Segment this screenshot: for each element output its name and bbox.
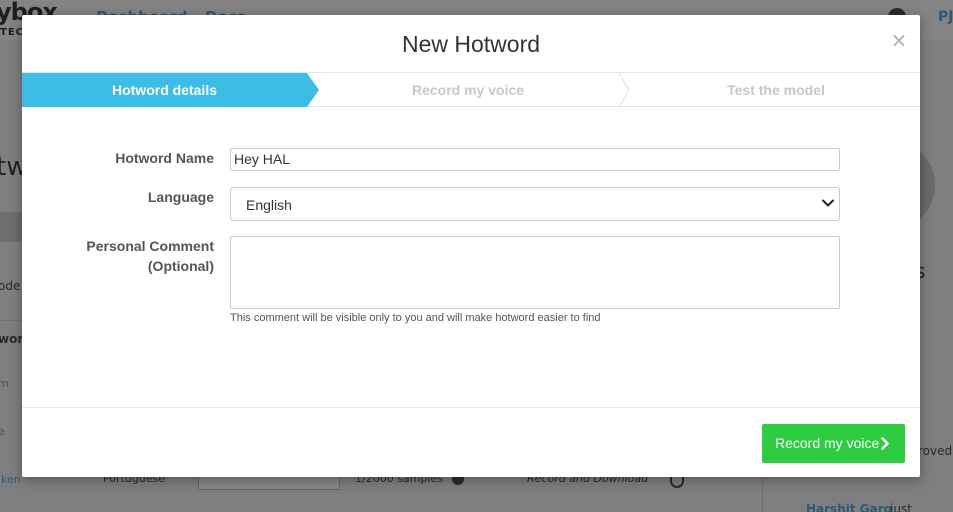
background-link: iken [0, 473, 21, 486]
step-test-the-model[interactable]: Test the model [632, 73, 920, 107]
modal-footer: Record my voice [22, 407, 920, 477]
background-link: e [0, 425, 5, 438]
background-activity-user: Harshit Garg [806, 502, 893, 512]
step-separator-icon [618, 73, 630, 107]
background-side-heading: wor [0, 332, 24, 346]
background-activity-text: just improv [890, 502, 912, 512]
step-hotword-details[interactable]: Hotword details [22, 73, 307, 107]
language-select-value: English [246, 197, 292, 213]
record-my-voice-button-label: Record my voice [775, 435, 880, 451]
background-user-initials: PJ [938, 9, 953, 25]
language-label: Language [147, 189, 214, 205]
personal-comment-label: Personal Comment (Optional) [22, 236, 214, 276]
wizard-steps: Hotword details Record my voice Test the… [22, 73, 920, 107]
record-my-voice-button[interactable]: Record my voice [762, 424, 905, 463]
modal-header: New Hotword × [22, 15, 920, 73]
close-icon[interactable]: × [890, 29, 908, 51]
personal-comment-label-line2: (Optional) [147, 258, 214, 274]
personal-comment-label-line1: Personal Comment [86, 238, 214, 254]
background-activity-text: roved [918, 444, 953, 458]
background-link: m [0, 377, 9, 390]
personal-comment-textarea[interactable] [230, 236, 840, 309]
comment-help-text: This comment will be visible only to you… [230, 312, 601, 324]
new-hotword-modal: New Hotword × Hotword details Record my … [22, 15, 920, 477]
hotword-name-input[interactable]: Hey HAL [230, 148, 840, 171]
step-record-my-voice[interactable]: Record my voice [318, 73, 618, 107]
modal-title: New Hotword [401, 31, 541, 57]
chevron-right-icon [881, 437, 889, 450]
background-side-text: ode [0, 279, 21, 293]
hotword-name-label: Hotword Name [115, 150, 214, 166]
chevron-down-icon [822, 199, 834, 207]
language-select[interactable]: English [230, 187, 840, 221]
